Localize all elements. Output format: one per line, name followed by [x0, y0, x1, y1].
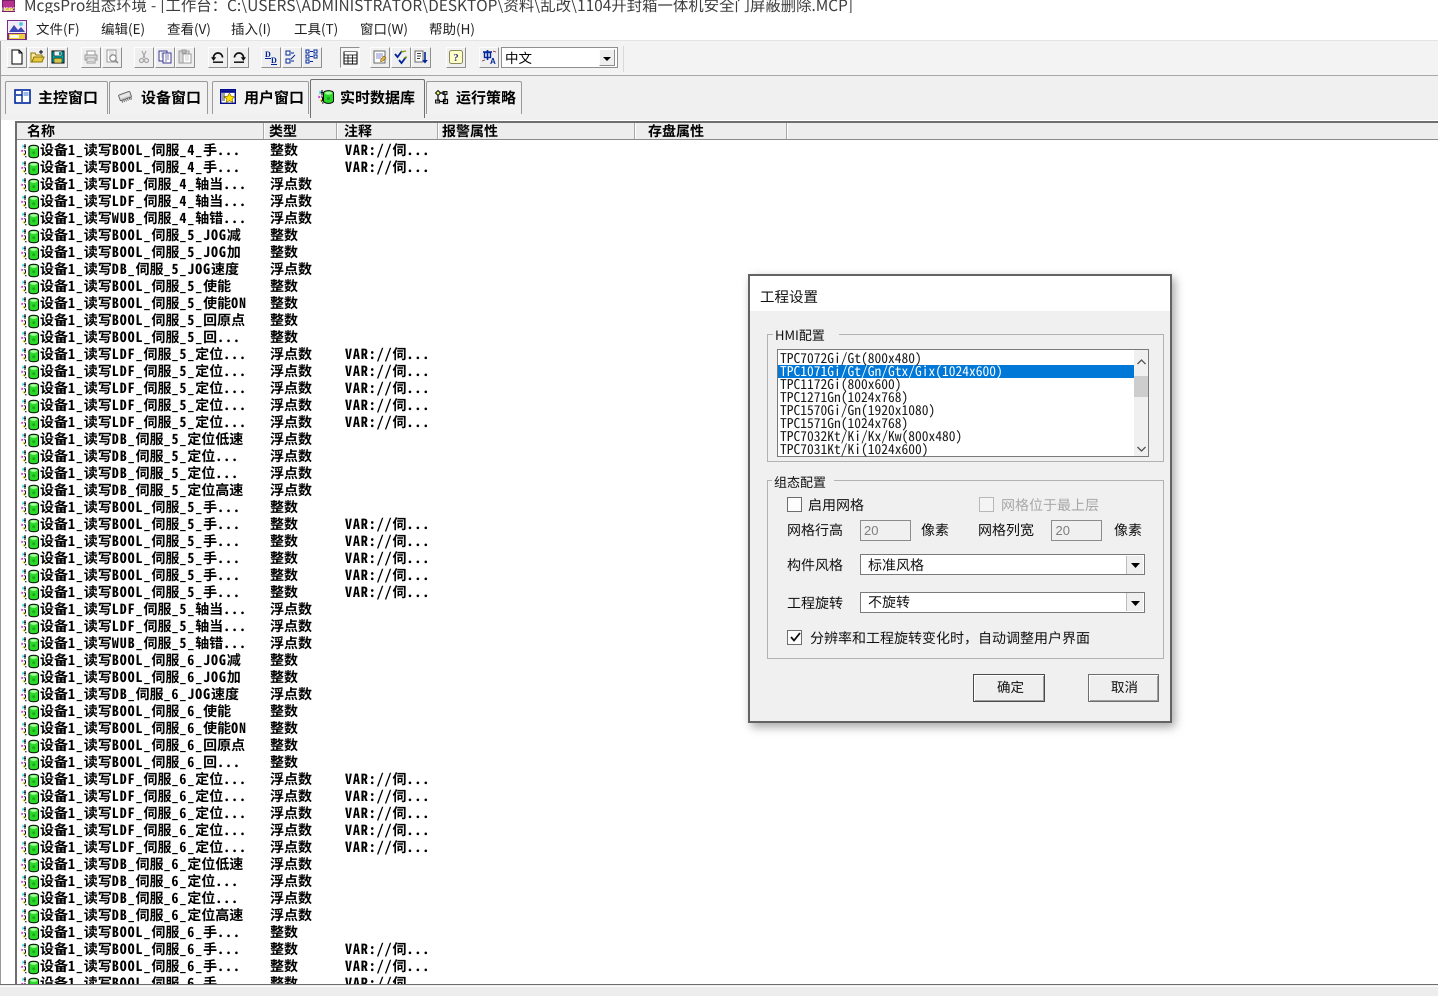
- svg-text:D: D: [271, 56, 277, 65]
- svg-text:A: A: [490, 57, 496, 65]
- svg-text:?: ?: [453, 52, 459, 64]
